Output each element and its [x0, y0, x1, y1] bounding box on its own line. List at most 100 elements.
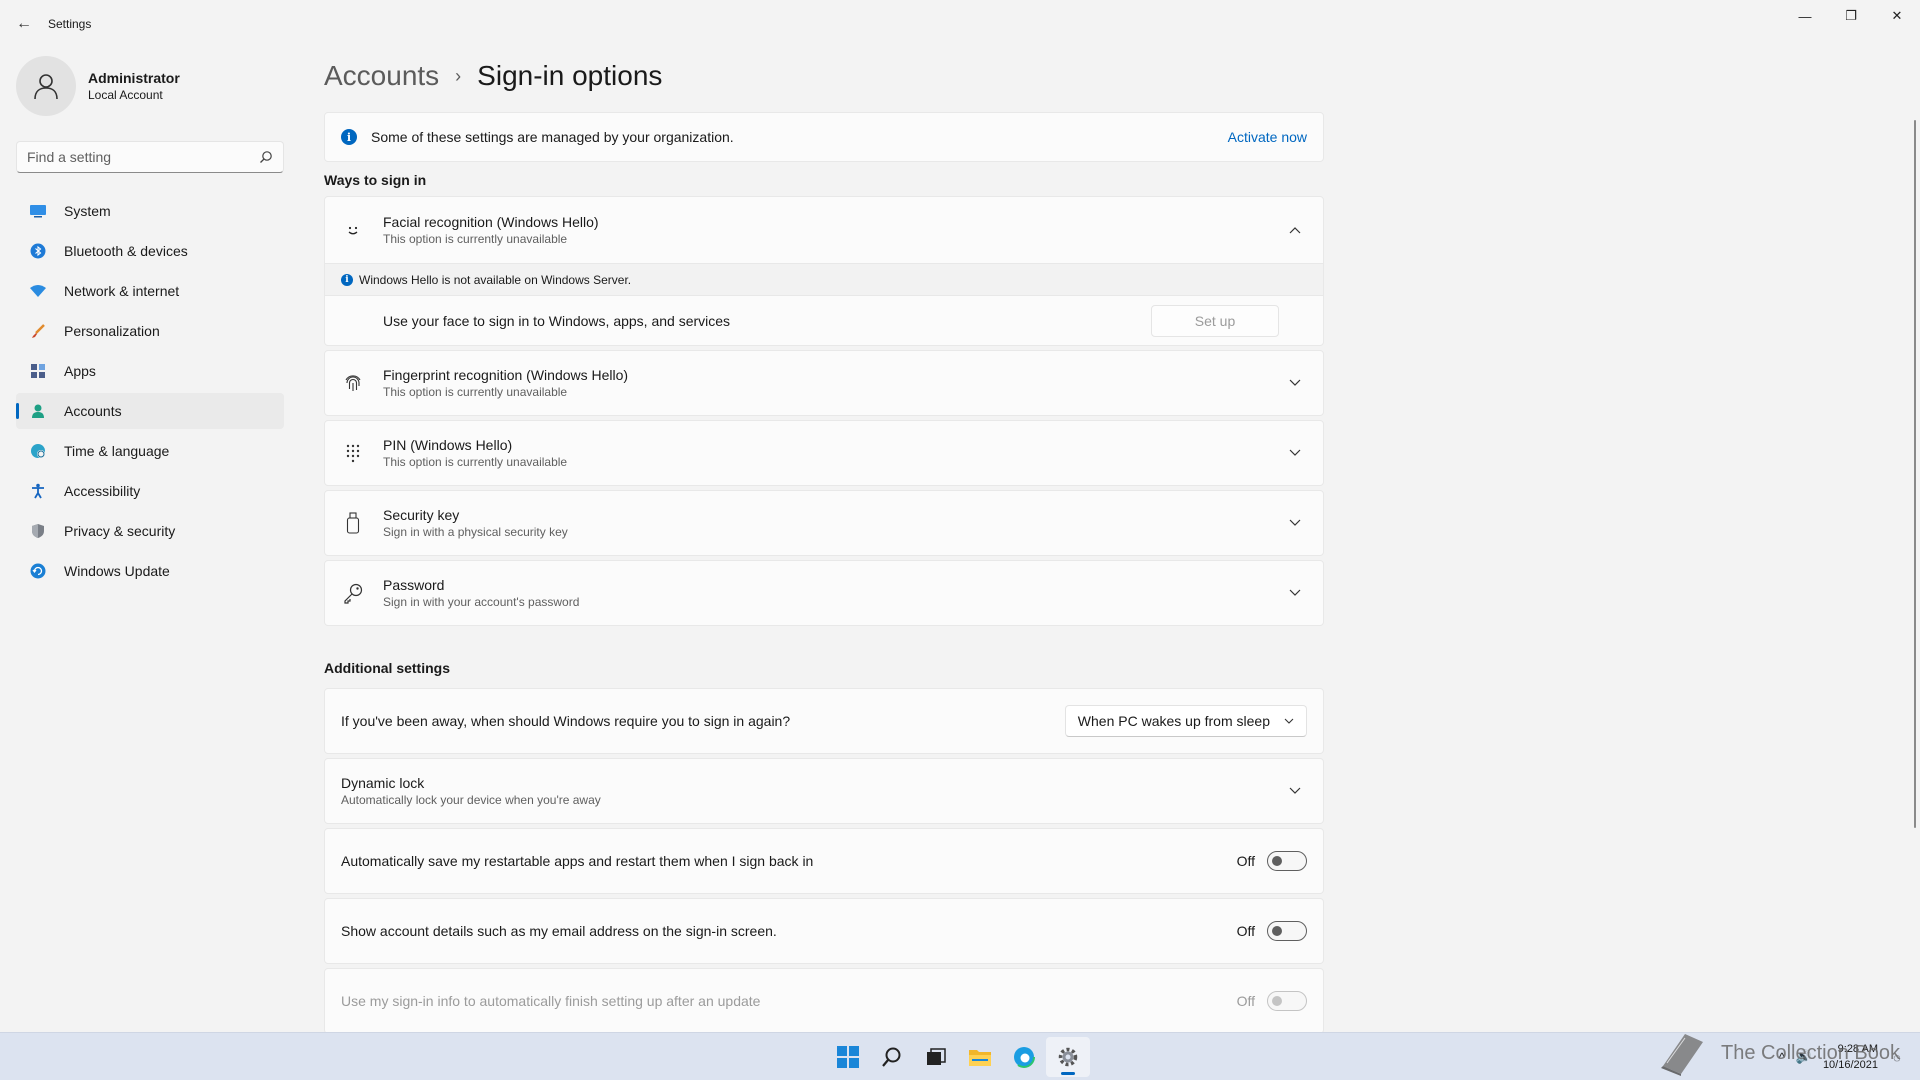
wifi-icon — [28, 281, 48, 301]
user-profile[interactable]: Administrator Local Account — [16, 56, 180, 116]
facial-setup-text: Use your face to sign in to Windows, app… — [383, 312, 731, 329]
taskbar-apps — [826, 1033, 1090, 1080]
require-signin-dropdown[interactable]: When PC wakes up from sleep — [1064, 705, 1307, 737]
update-icon — [28, 561, 48, 581]
sidebar-item-privacy-security[interactable]: Privacy & security — [16, 513, 284, 549]
app-title: Settings — [48, 17, 92, 31]
signin-info-state: Off — [1236, 993, 1255, 1009]
chevron-down-icon[interactable] — [1283, 441, 1307, 465]
task-view-button[interactable] — [914, 1037, 958, 1077]
window-controls: — ❐ ✕ — [1782, 0, 1920, 32]
system-icon — [28, 201, 48, 221]
sidebar-item-accounts[interactable]: Accounts — [16, 393, 284, 429]
pin-subtitle: This option is currently unavailable — [383, 455, 568, 469]
chevron-down-icon[interactable] — [1283, 581, 1307, 605]
shield-icon — [28, 521, 48, 541]
info-icon: i — [341, 273, 353, 286]
info-icon: i — [341, 129, 357, 145]
sidebar-item-accessibility[interactable]: Accessibility — [16, 473, 284, 509]
windows-hello-warning: i Windows Hello is not available on Wind… — [325, 263, 1323, 295]
page-title: Sign-in options — [477, 60, 663, 91]
require-signin-label: If you've been away, when should Windows… — [341, 713, 791, 729]
chevron-down-icon[interactable] — [1283, 511, 1307, 535]
account-details-state: Off — [1236, 923, 1255, 939]
sidebar-item-system[interactable]: System — [16, 193, 284, 229]
settings-app-button[interactable] — [1046, 1037, 1090, 1077]
facial-recognition-section: Facial recognition (Windows Hello) This … — [324, 196, 1324, 346]
file-explorer-button[interactable] — [958, 1037, 1002, 1077]
keypad-icon — [341, 441, 365, 465]
bluetooth-icon — [28, 241, 48, 261]
signin-info-card: Use my sign-in info to automatically fin… — [324, 968, 1324, 1034]
dynamic-lock-card[interactable]: Dynamic lock Automatically lock your dev… — [324, 758, 1324, 824]
signin-info-label: Use my sign-in info to automatically fin… — [341, 993, 761, 1009]
activate-now-link[interactable]: Activate now — [1228, 129, 1307, 145]
sidebar-item-windows-update[interactable]: Windows Update — [16, 553, 284, 589]
ways-to-sign-in-heading: Ways to sign in — [324, 172, 427, 188]
facial-recognition-title: Facial recognition (Windows Hello) — [383, 214, 599, 230]
edge-button[interactable] — [1002, 1037, 1046, 1077]
restore-button[interactable]: ❐ — [1828, 0, 1874, 32]
account-details-label: Show account details such as my email ad… — [341, 923, 777, 939]
fingerprint-card[interactable]: Fingerprint recognition (Windows Hello) … — [324, 350, 1324, 416]
password-card[interactable]: Password Sign in with your account's pas… — [324, 560, 1324, 626]
chevron-down-icon[interactable] — [1283, 371, 1307, 395]
watermark: The Collection Book — [1655, 1030, 1900, 1076]
minimize-button[interactable]: — — [1782, 0, 1828, 32]
sidebar-item-label: Bluetooth & devices — [64, 243, 188, 259]
set-up-button[interactable]: Set up — [1151, 304, 1279, 337]
close-button[interactable]: ✕ — [1874, 0, 1920, 32]
account-details-toggle[interactable] — [1267, 921, 1307, 941]
sidebar-item-network[interactable]: Network & internet — [16, 273, 284, 309]
scrollbar[interactable] — [1914, 120, 1916, 828]
breadcrumb-separator: › — [455, 65, 462, 86]
sidebar-item-bluetooth[interactable]: Bluetooth & devices — [16, 233, 284, 269]
require-signin-selected: When PC wakes up from sleep — [1077, 713, 1270, 729]
start-button[interactable] — [826, 1037, 870, 1077]
breadcrumb-accounts[interactable]: Accounts — [324, 60, 439, 92]
usb-key-icon — [341, 511, 365, 535]
taskbar-search-button[interactable] — [870, 1037, 914, 1077]
password-title: Password — [383, 577, 445, 593]
fingerprint-subtitle: This option is currently unavailable — [383, 385, 568, 399]
restart-apps-toggle[interactable] — [1267, 851, 1307, 871]
title-bar: ← Settings — ❐ ✕ — [0, 0, 1920, 48]
pin-title: PIN (Windows Hello) — [383, 437, 513, 453]
org-managed-notice: i Some of these settings are managed by … — [324, 112, 1324, 162]
search-input[interactable] — [27, 149, 259, 165]
face-icon — [341, 218, 365, 242]
apps-icon — [28, 361, 48, 381]
signin-info-toggle — [1267, 991, 1307, 1011]
restart-apps-card: Automatically save my restartable apps a… — [324, 828, 1324, 894]
restart-apps-state: Off — [1236, 853, 1255, 869]
password-subtitle: Sign in with your account's password — [383, 595, 580, 609]
sidebar: Administrator Local Account System Bluet… — [0, 48, 300, 1032]
profile-account-type: Local Account — [88, 88, 163, 102]
profile-name: Administrator — [88, 70, 180, 86]
sidebar-item-apps[interactable]: Apps — [16, 353, 284, 389]
sidebar-item-personalization[interactable]: Personalization — [16, 313, 284, 349]
avatar — [16, 56, 76, 116]
folder-icon — [969, 1050, 991, 1066]
pin-card[interactable]: PIN (Windows Hello) This option is curre… — [324, 420, 1324, 486]
key-icon — [341, 581, 365, 605]
taskbar: ^ 🔊 9:28 AM 10/16/2021 ◌ — [0, 1032, 1920, 1080]
person-icon — [34, 74, 58, 100]
facial-recognition-header[interactable]: Facial recognition (Windows Hello) This … — [325, 197, 1323, 263]
chevron-down-icon — [1284, 718, 1294, 724]
sidebar-item-label: Apps — [64, 363, 96, 379]
sidebar-item-label: Accessibility — [64, 483, 141, 499]
globe-clock-icon — [28, 441, 48, 461]
facial-setup-row: Use your face to sign in to Windows, app… — [325, 295, 1323, 345]
back-button[interactable]: ← — [0, 0, 48, 48]
notice-text: Some of these settings are managed by yo… — [371, 129, 734, 145]
require-signin-card: If you've been away, when should Windows… — [324, 688, 1324, 754]
gear-icon — [1058, 1047, 1078, 1067]
security-key-card[interactable]: Security key Sign in with a physical sec… — [324, 490, 1324, 556]
sidebar-item-time-language[interactable]: Time & language — [16, 433, 284, 469]
chevron-up-icon[interactable] — [1283, 218, 1307, 242]
search-icon[interactable] — [259, 150, 273, 164]
search-box[interactable] — [16, 141, 284, 173]
chevron-down-icon[interactable] — [1283, 779, 1307, 803]
main-content: Accounts › Sign-in options i Some of the… — [324, 48, 1324, 1034]
